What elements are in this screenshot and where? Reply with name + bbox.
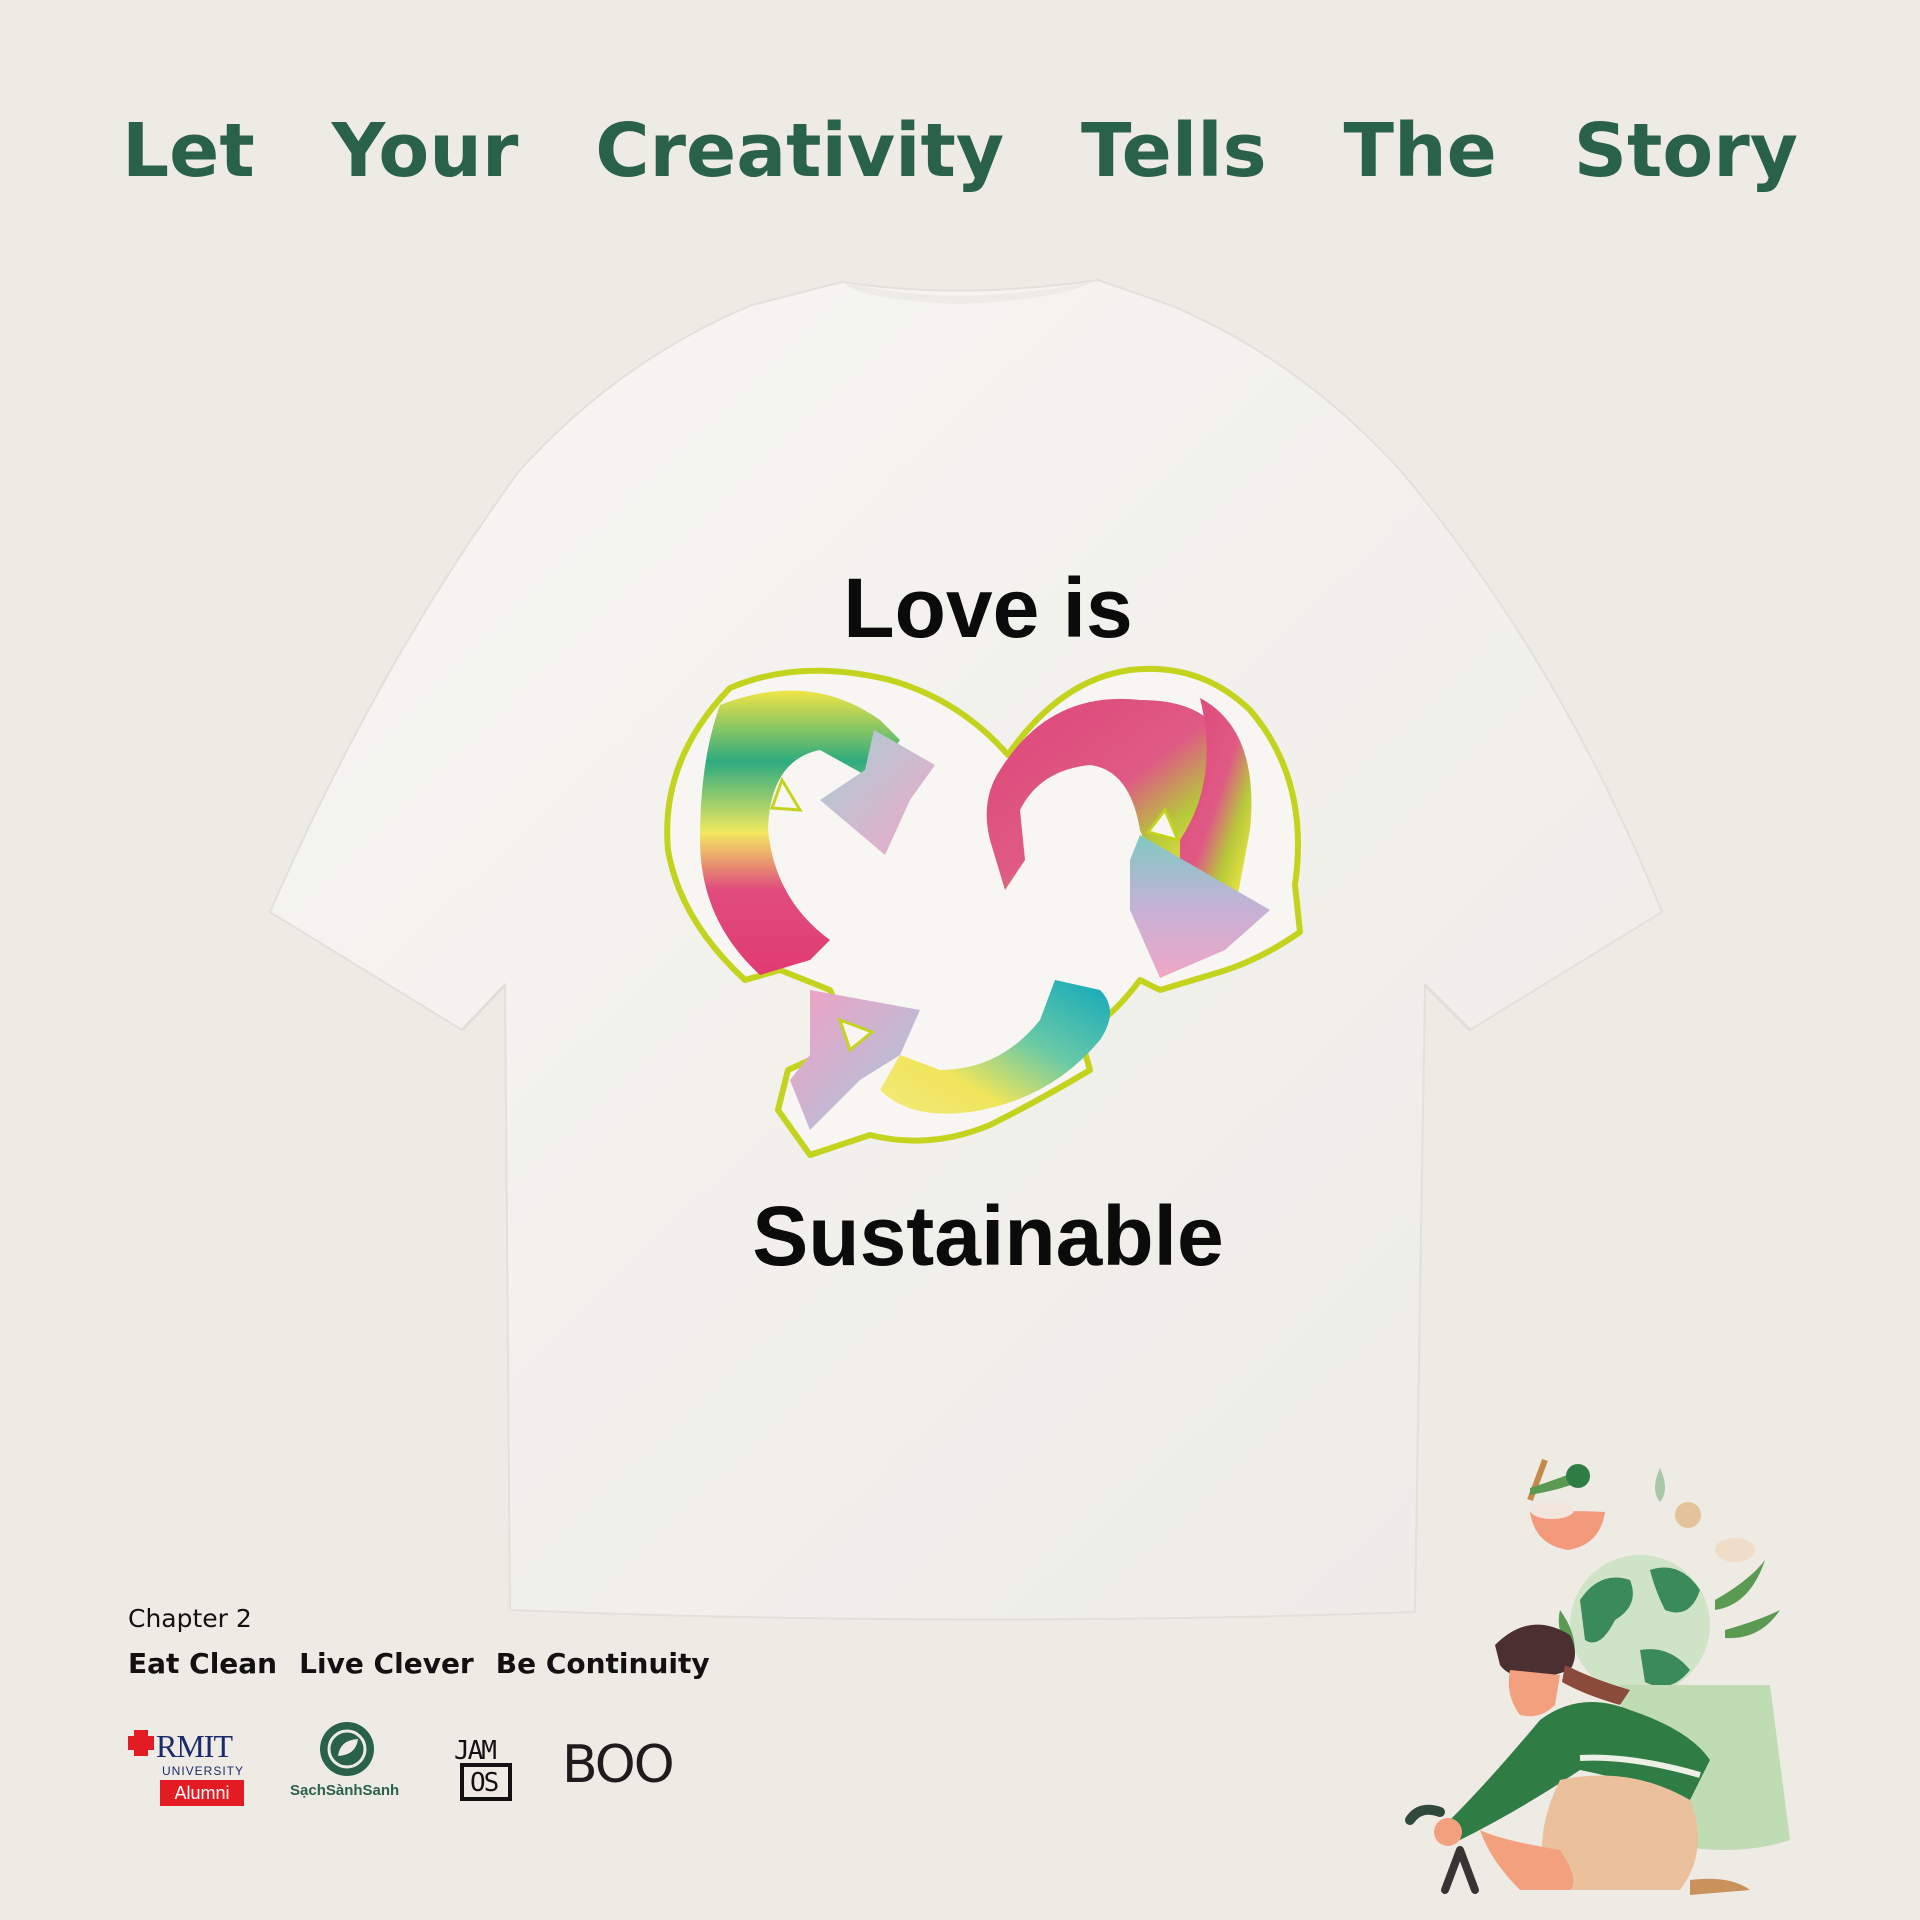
tagline-live-clever: Live Clever (299, 1647, 474, 1680)
cyclist-with-globe-illustration (1405, 1458, 1790, 1895)
rmit-alumni-logo: RMIT UNIVERSITY Alumni (126, 1720, 246, 1810)
partner-logos: RMIT UNIVERSITY Alumni SạchSànhSanh JAM … (126, 1720, 675, 1810)
boo-logo: BOO (562, 1735, 675, 1795)
footer-text: Chapter 2 Eat Clean Live Clever Be Conti… (128, 1604, 710, 1680)
chapter-label: Chapter 2 (128, 1604, 252, 1633)
print-text-sustainable: Sustainable (752, 1189, 1224, 1283)
print-text-love-is: Love is (843, 561, 1133, 655)
recycle-heart-graphic (664, 665, 1303, 1158)
rmit-pixel-icon (128, 1730, 154, 1756)
svg-text:OS: OS (470, 1768, 498, 1798)
svg-text:JAM: JAM (454, 1736, 496, 1766)
taglines: Eat Clean Live Clever Be Continuity (128, 1647, 710, 1680)
sachsanhsanh-logo: SạchSànhSanh (290, 1720, 406, 1810)
leaf-icon (320, 1722, 374, 1776)
tagline-be-continuity: Be Continuity (495, 1647, 710, 1680)
jamos-logo: JAM OS (450, 1729, 518, 1801)
tagline-eat-clean: Eat Clean (128, 1647, 278, 1680)
